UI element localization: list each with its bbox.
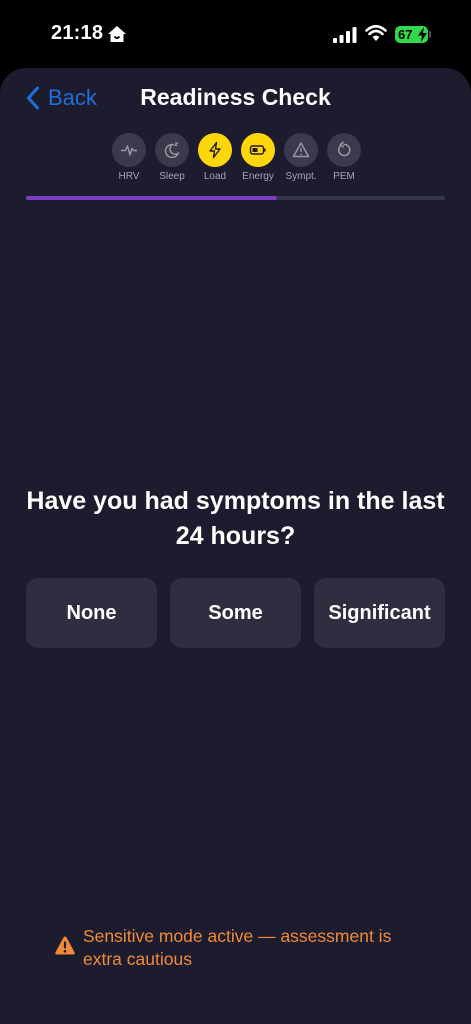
sensitive-mode-notice: Sensitive mode active — assessment is ex… (54, 925, 434, 971)
step-indicator: HRV Sleep Load Energy Sympt. PEM (107, 133, 365, 185)
step-circle (112, 133, 146, 167)
step-label: Sleep (159, 171, 185, 182)
wifi-icon (365, 24, 387, 41)
question-text: Have you had symptoms in the last 24 hou… (26, 487, 445, 550)
option-none-button[interactable]: None (26, 578, 157, 648)
bolt-icon (209, 141, 221, 159)
step-energy: Energy (236, 133, 280, 182)
step-circle (284, 133, 318, 167)
battery-level: 67 (398, 27, 413, 42)
status-time: 21:18 (51, 22, 104, 44)
battery-cap (429, 31, 431, 38)
step-label: PEM (333, 171, 355, 182)
step-sleep: Sleep (150, 133, 194, 182)
progress-bar (26, 196, 445, 200)
step-label: Load (203, 171, 227, 182)
heartbeat-icon (121, 145, 137, 156)
page-title: Readiness Check (140, 84, 331, 110)
notice-text: Sensitive mode active — assessment is ex… (83, 926, 392, 969)
home-icon (108, 26, 126, 42)
step-label: Energy (242, 171, 274, 182)
step-label: Sympt. (285, 171, 317, 182)
option-some-button[interactable]: Some (170, 578, 301, 648)
warning-icon (55, 936, 75, 955)
step-hrv: HRV (107, 133, 151, 182)
battery-indicator: 67 (395, 26, 428, 43)
answer-options: None Some Significant (26, 578, 445, 648)
step-circle (198, 133, 232, 167)
step-circle (155, 133, 189, 167)
step-load: Load (193, 133, 237, 182)
step-circle (241, 133, 275, 167)
option-significant-button[interactable]: Significant (314, 578, 445, 648)
charging-bolt-icon (418, 27, 427, 42)
step-label: HRV (118, 171, 140, 182)
warning-icon (292, 142, 310, 158)
step-pem: PEM (322, 133, 366, 182)
status-bar: 21:18 67 (0, 0, 471, 68)
moon-icon (164, 142, 180, 159)
battery-icon (249, 145, 266, 155)
signal-icon (333, 27, 357, 43)
refresh-icon (338, 141, 351, 157)
progress-fill (26, 196, 278, 200)
step-circle (327, 133, 361, 167)
step-symptoms: Sympt. (279, 133, 323, 182)
